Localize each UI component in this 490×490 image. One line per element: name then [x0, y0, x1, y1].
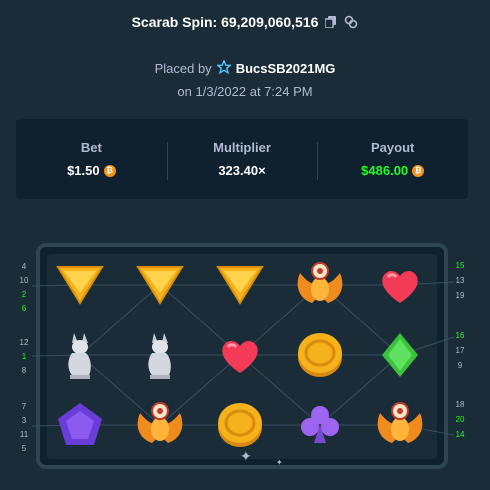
payline-number: 4: [21, 262, 27, 271]
multiplier-value: 323.40×: [218, 163, 266, 178]
triangle-gold-symbol: [205, 250, 275, 320]
payline-number: 18: [455, 400, 465, 409]
payline-number: 9: [457, 361, 463, 370]
payline-number: 1: [21, 352, 27, 361]
payline-number: 6: [21, 304, 27, 313]
payline-number: 15: [455, 261, 465, 270]
link-icon[interactable]: [344, 15, 358, 29]
payline-number: 8: [21, 366, 27, 375]
bet-date: on 1/3/2022 at 7:24 PM: [177, 84, 313, 99]
club-purple-symbol: [285, 390, 355, 460]
payline-number: 3: [21, 416, 27, 425]
multiplier-label: Multiplier: [213, 140, 271, 155]
payline-number: 16: [455, 331, 465, 340]
heart-red-symbol: [205, 320, 275, 390]
bet-stat: Bet $1.50 ₿: [16, 140, 167, 178]
star-icon: [215, 59, 232, 77]
payline-number: 11: [19, 430, 29, 439]
diamond-green-symbol: [365, 320, 435, 390]
payline-number: 20: [455, 415, 465, 424]
username-link[interactable]: BucsSB2021MG: [236, 61, 336, 76]
placed-by-row: Placed by BucsSB2021MG: [0, 59, 490, 77]
scarab-symbol: [285, 250, 355, 320]
pentagon-purple-symbol: [45, 390, 115, 460]
sparkle-icon: ✦: [276, 458, 283, 467]
triangle-gold-symbol: [45, 250, 115, 320]
payout-stat: Payout $486.00 ₿: [317, 140, 468, 180]
bet-value: $1.50: [67, 163, 100, 178]
scarab-symbol: [125, 390, 195, 460]
bet-title-row: Scarab Spin: 69,209,060,516: [0, 14, 490, 30]
payline-number: 19: [455, 291, 465, 300]
payline-number: 17: [455, 346, 465, 355]
placed-by-label: Placed by: [154, 61, 212, 76]
bet-label: Bet: [80, 140, 102, 155]
bitcoin-icon: ₿: [412, 164, 425, 177]
payline-number: 12: [19, 338, 29, 347]
multiplier-stat: Multiplier 323.40×: [166, 140, 318, 180]
payline-number: 10: [19, 276, 29, 285]
payline-number: 2: [21, 290, 27, 299]
heart-red-symbol: [365, 250, 435, 320]
payline-number: 5: [21, 444, 27, 453]
payout-label: Payout: [371, 140, 415, 155]
triangle-gold-symbol: [125, 250, 195, 320]
payline-number: 13: [455, 276, 465, 285]
copy-icon[interactable]: [324, 15, 338, 29]
sparkle-icon: ✦: [240, 448, 252, 464]
payout-value: $486.00: [361, 163, 409, 178]
coin-gold-symbol: [285, 320, 355, 390]
scarab-symbol: [365, 390, 435, 460]
bitcoin-icon: ₿: [103, 164, 116, 177]
payline-number: 7: [21, 402, 27, 411]
cat-statue-symbol: [45, 320, 115, 390]
bet-title: Scarab Spin: 69,209,060,516: [131, 14, 319, 30]
payline-number: 14: [455, 430, 465, 439]
bet-stats-panel: Bet $1.50 ₿ Multiplier 323.40× Payout $4…: [16, 119, 468, 199]
cat-statue-symbol: [125, 320, 195, 390]
